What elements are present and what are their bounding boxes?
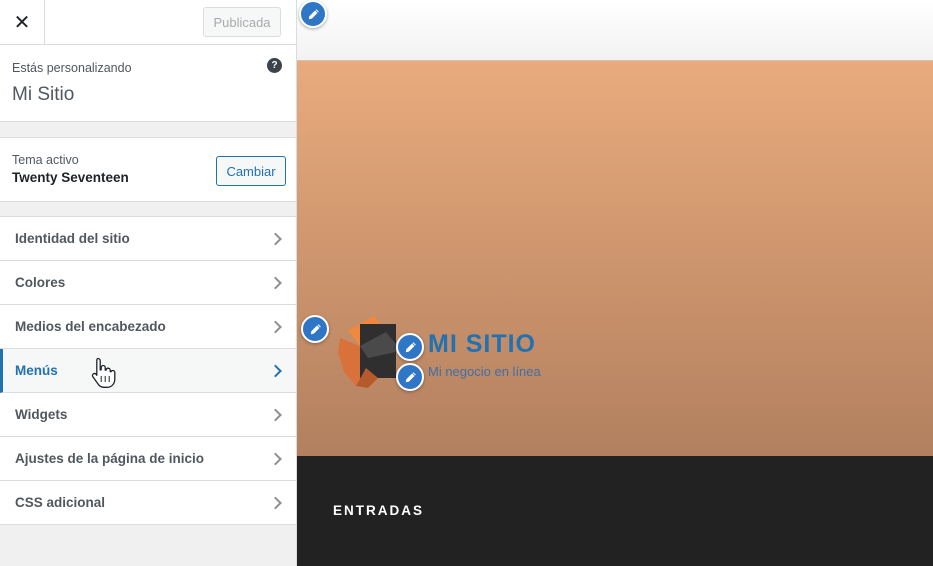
chevron-right-icon [269, 408, 282, 421]
customizing-label: Estás personalizando [12, 61, 132, 75]
chevron-right-icon [269, 276, 282, 289]
customizer-header: ✕ Publicada [0, 0, 296, 45]
customizer-sidebar: ✕ Publicada Estás personalizando Mi Siti… [0, 0, 297, 566]
edit-menu-pencil-icon[interactable] [299, 0, 327, 28]
help-icon[interactable]: ? [267, 58, 282, 73]
section-widgets[interactable]: Widgets [0, 393, 296, 437]
close-button[interactable]: ✕ [0, 0, 45, 45]
change-theme-button[interactable]: Cambiar [216, 156, 286, 186]
section-colors[interactable]: Colores [0, 261, 296, 305]
site-header [297, 61, 933, 456]
chevron-right-icon [269, 232, 282, 245]
customizer-sections: Identidad del sitio Colores Medios del e… [0, 216, 296, 525]
section-label: Menús [15, 363, 58, 378]
edit-header-pencil-icon[interactable] [301, 315, 329, 343]
section-label: Colores [15, 275, 66, 290]
chevron-right-icon [269, 364, 282, 377]
section-label: CSS adicional [15, 495, 106, 510]
preview-top-bar [297, 0, 933, 61]
section-additional-css[interactable]: CSS adicional [0, 481, 296, 525]
section-label: Ajustes de la página de inicio [15, 451, 205, 466]
section-menus[interactable]: Menús [0, 349, 296, 393]
site-logo [338, 316, 396, 388]
active-theme-label: Tema activo [12, 153, 79, 167]
site-title[interactable]: MI SITIO [428, 330, 536, 359]
section-homepage-settings[interactable]: Ajustes de la página de inicio [0, 437, 296, 481]
publish-button[interactable]: Publicada [203, 7, 281, 37]
section-site-identity[interactable]: Identidad del sitio [0, 217, 296, 261]
section-label: Identidad del sitio [15, 231, 130, 246]
section-label: Medios del encabezado [15, 319, 166, 334]
chevron-right-icon [269, 452, 282, 465]
customizer-info: Estás personalizando Mi Sitio ? [0, 45, 296, 122]
section-label: Widgets [15, 407, 68, 422]
chevron-right-icon [269, 320, 282, 333]
section-header-media[interactable]: Medios del encabezado [0, 305, 296, 349]
chevron-right-icon [269, 496, 282, 509]
site-name: Mi Sitio [12, 84, 75, 105]
section-heading: ENTRADAS [333, 503, 425, 518]
site-tagline: Mi negocio en línea [428, 364, 541, 379]
active-theme-panel: Tema activo Twenty Seventeen Cambiar [0, 137, 296, 202]
site-preview: MI SITIO Mi negocio en línea ENTRADAS [297, 0, 933, 566]
edit-tagline-pencil-icon[interactable] [396, 363, 424, 391]
edit-title-pencil-icon[interactable] [396, 333, 424, 361]
active-theme-name: Twenty Seventeen [12, 170, 129, 185]
close-icon: ✕ [13, 12, 31, 34]
